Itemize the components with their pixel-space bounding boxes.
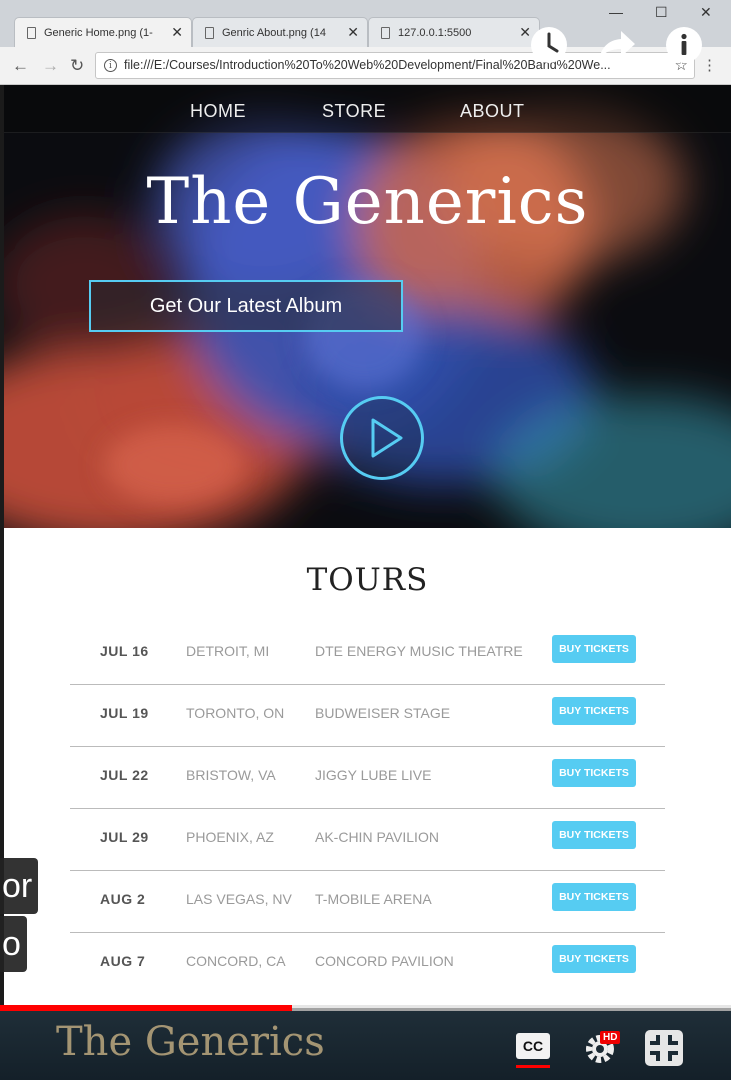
- tour-row: JUL 22 BRISTOW, VA JIGGY LUBE LIVE BUY T…: [70, 747, 665, 809]
- tour-row: JUL 16 DETROIT, MI DTE ENERGY MUSIC THEA…: [70, 623, 665, 685]
- site-navbar: HOME STORE ABOUT: [4, 85, 731, 133]
- caption-line: or: [0, 858, 39, 914]
- play-button[interactable]: [340, 396, 424, 480]
- tour-city: TORONTO, ON: [186, 705, 285, 721]
- play-icon: [371, 418, 403, 458]
- watch-later-icon[interactable]: [529, 25, 569, 65]
- maximize-icon[interactable]: ☐: [655, 4, 668, 21]
- channel-watermark: The Generics: [56, 1019, 325, 1065]
- tab-title: 127.0.0.1:5500: [398, 26, 472, 39]
- buy-tickets-button[interactable]: BUY TICKETS: [552, 759, 636, 787]
- browser-menu-icon[interactable]: ⋮: [702, 56, 717, 74]
- tour-row: JUL 29 PHOENIX, AZ AK-CHIN PAVILION BUY …: [70, 809, 665, 871]
- tour-city: LAS VEGAS, NV: [186, 891, 292, 907]
- tour-date: JUL 19: [100, 705, 149, 721]
- forward-icon[interactable]: →: [42, 56, 59, 76]
- tours-section: TOURS JUL 16 DETROIT, MI DTE ENERGY MUSI…: [4, 528, 731, 1008]
- get-latest-album-button[interactable]: Get Our Latest Album: [89, 280, 403, 332]
- buy-tickets-button[interactable]: BUY TICKETS: [552, 945, 636, 973]
- url-text[interactable]: file:///E:/Courses/Introduction%20To%20W…: [124, 58, 672, 72]
- tour-row: JUL 19 TORONTO, ON BUDWEISER STAGE BUY T…: [70, 685, 665, 747]
- tour-venue: JIGGY LUBE LIVE: [315, 767, 432, 783]
- nav-about-link[interactable]: ABOUT: [460, 101, 525, 122]
- tour-venue: T-MOBILE ARENA: [315, 891, 432, 907]
- tab-close-icon[interactable]: ✕: [171, 24, 183, 41]
- nav-store-link[interactable]: STORE: [322, 101, 386, 122]
- tour-venue: AK-CHIN PAVILION: [315, 829, 439, 845]
- page-icon: [381, 26, 390, 39]
- browser-tab-generic-about[interactable]: Genric About.png (14 ✕: [192, 17, 368, 47]
- video-frame: Generic Home.png (1- ✕ Genric About.png …: [0, 0, 731, 1080]
- tour-date: JUL 29: [100, 829, 149, 845]
- buy-tickets-button[interactable]: BUY TICKETS: [552, 821, 636, 849]
- page-icon: [205, 26, 214, 39]
- tour-row: AUG 2 LAS VEGAS, NV T-MOBILE ARENA BUY T…: [70, 871, 665, 933]
- info-icon[interactable]: [664, 25, 704, 65]
- tab-close-icon[interactable]: ✕: [347, 24, 359, 41]
- tour-date: JUL 16: [100, 643, 149, 659]
- caption-line: o: [0, 916, 27, 972]
- tab-title: Genric About.png (14: [222, 26, 326, 39]
- hero-section: HOME STORE ABOUT The Generics Get Our La…: [4, 85, 731, 528]
- back-icon[interactable]: ←: [12, 56, 29, 76]
- site-info-icon[interactable]: i: [104, 59, 117, 72]
- tab-title: Generic Home.png (1-: [44, 26, 153, 39]
- tour-date: AUG 7: [100, 953, 146, 969]
- tour-date: JUL 22: [100, 767, 149, 783]
- tour-city: CONCORD, CA: [186, 953, 286, 969]
- tours-heading: TOURS: [306, 562, 429, 598]
- minimize-icon[interactable]: —: [609, 4, 623, 20]
- tour-row: AUG 7 CONCORD, CA CONCORD PAVILION BUY T…: [70, 933, 665, 995]
- buy-tickets-button[interactable]: BUY TICKETS: [552, 635, 636, 663]
- tour-venue: DTE ENERGY MUSIC THEATRE: [315, 643, 523, 659]
- buy-tickets-button[interactable]: BUY TICKETS: [552, 883, 636, 911]
- buy-tickets-button[interactable]: BUY TICKETS: [552, 697, 636, 725]
- tour-city: BRISTOW, VA: [186, 767, 276, 783]
- tour-city: PHOENIX, AZ: [186, 829, 274, 845]
- tour-venue: BUDWEISER STAGE: [315, 705, 451, 721]
- hd-badge: HD: [600, 1031, 621, 1044]
- tour-city: DETROIT, MI: [186, 643, 270, 659]
- tour-date: AUG 2: [100, 891, 146, 907]
- reload-icon[interactable]: ↻: [70, 56, 84, 76]
- video-control-bar: The Generics CC HD: [0, 1011, 731, 1080]
- exit-fullscreen-icon[interactable]: [644, 1029, 684, 1067]
- browser-tab-localhost[interactable]: 127.0.0.1:5500 ✕: [368, 17, 540, 47]
- page-icon: [27, 26, 36, 39]
- tour-venue: CONCORD PAVILION: [315, 953, 454, 969]
- captions-active-indicator: [516, 1065, 550, 1068]
- share-icon[interactable]: [597, 25, 637, 65]
- nav-home-link[interactable]: HOME: [190, 101, 246, 122]
- close-window-icon[interactable]: ✕: [700, 4, 712, 21]
- closed-captions-button[interactable]: CC: [516, 1033, 550, 1059]
- browser-tab-generic-home[interactable]: Generic Home.png (1- ✕: [14, 17, 192, 47]
- band-name-heading: The Generics: [146, 165, 589, 239]
